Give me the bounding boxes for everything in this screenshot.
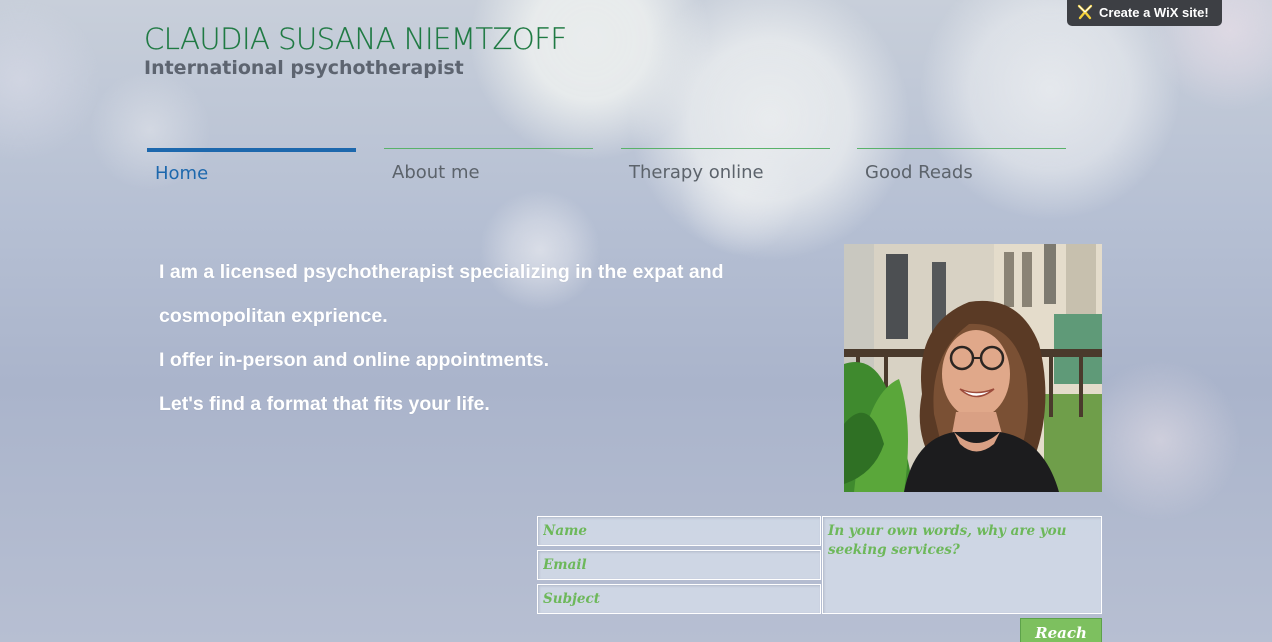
nav-item-therapy-online[interactable]: Therapy online [621, 148, 830, 188]
nav-item-label: About me [392, 162, 480, 183]
reach-out-button[interactable]: Reach out [1020, 618, 1102, 642]
wix-star-icon [1077, 4, 1093, 20]
portrait-image [844, 244, 1102, 492]
create-wix-site-banner[interactable]: Create a WiX site! [1067, 0, 1222, 26]
name-field[interactable] [537, 516, 821, 546]
intro-text: I am a licensed psychotherapist speciali… [159, 250, 779, 426]
intro-line: I am a licensed psychotherapist speciali… [159, 261, 724, 283]
main-navigation: Home About me Therapy online Good Reads [147, 148, 1066, 188]
intro-line: I offer in-person and online appointment… [159, 349, 550, 371]
nav-item-home[interactable]: Home [147, 148, 356, 188]
nav-item-label: Therapy online [629, 162, 764, 183]
nav-item-label: Home [155, 163, 209, 184]
intro-line: cosmopolitan exprience. [159, 305, 388, 327]
intro-line: Let's find a format that fits your life. [159, 393, 490, 415]
email-field[interactable] [537, 550, 821, 580]
message-field[interactable] [822, 516, 1102, 614]
nav-item-good-reads[interactable]: Good Reads [857, 148, 1066, 188]
nav-item-about-me[interactable]: About me [384, 148, 593, 188]
subject-field[interactable] [537, 584, 821, 614]
site-subtitle: International psychotherapist [144, 57, 464, 79]
nav-item-label: Good Reads [865, 162, 973, 183]
create-wix-site-label: Create a WiX site! [1099, 5, 1209, 20]
portrait-photo [844, 244, 1102, 492]
site-title: CLAUDIA SUSANA NIEMTZOFF [144, 22, 567, 56]
